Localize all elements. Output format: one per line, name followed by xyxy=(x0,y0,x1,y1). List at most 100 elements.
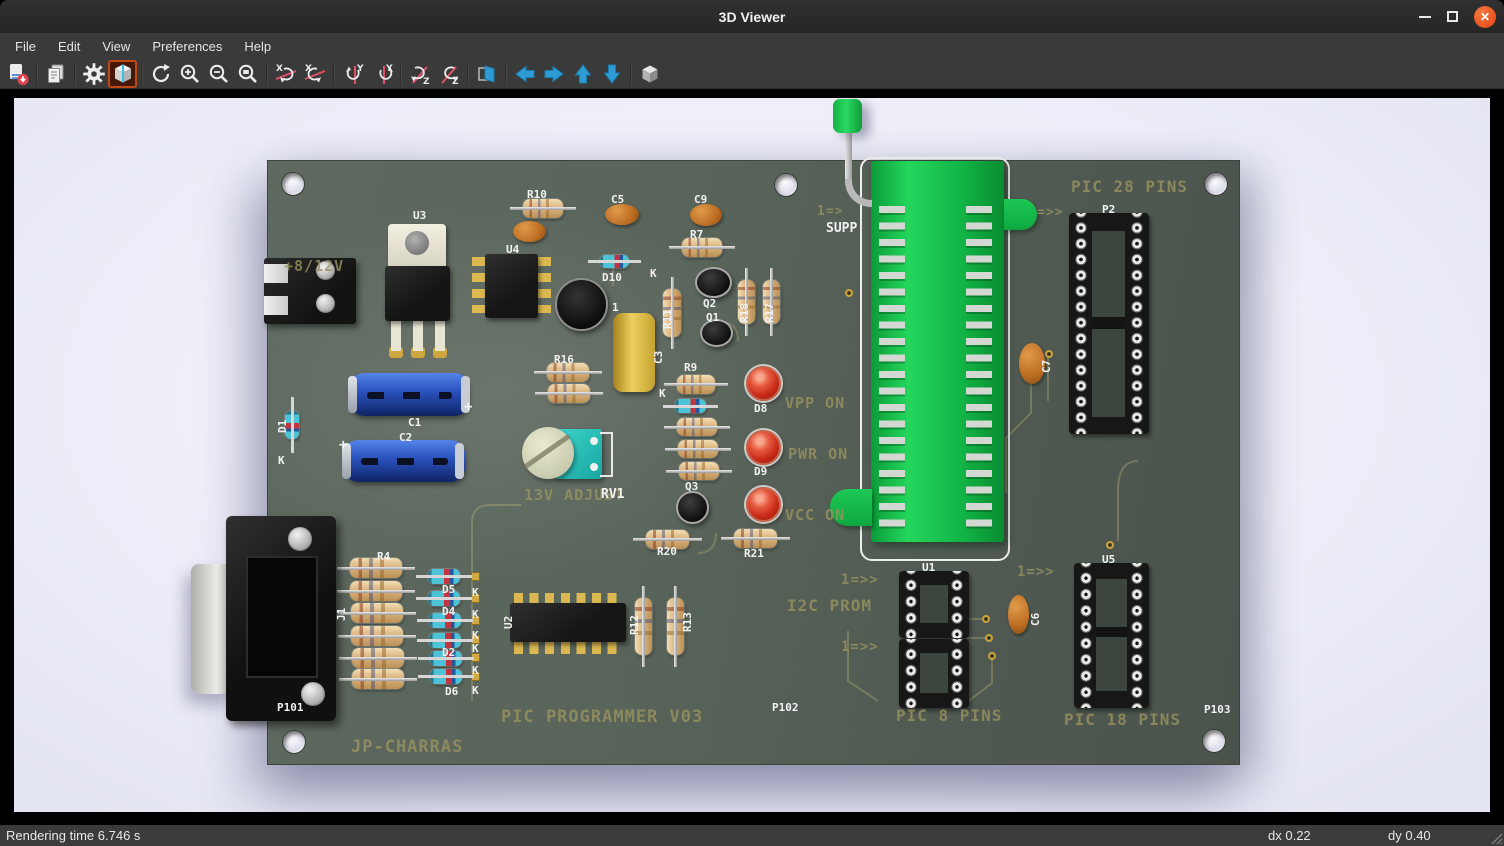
menu-item-view[interactable]: View xyxy=(91,35,141,58)
toolbar-separator xyxy=(141,63,142,85)
silkscreen-k: K xyxy=(472,684,479,697)
silkscreen--8-12v: +8/12V xyxy=(284,257,344,275)
silkscreen-u3: U3 xyxy=(413,209,426,222)
silkscreen-k: K xyxy=(659,387,666,400)
silkscreen-1-: 1=>> xyxy=(1017,564,1055,580)
zoom-out-button[interactable] xyxy=(204,60,233,88)
db9-screw xyxy=(301,682,325,706)
refresh-button[interactable] xyxy=(146,60,175,88)
silkscreen--: =>> xyxy=(1037,205,1063,220)
ortho-view-button[interactable] xyxy=(635,60,664,88)
title-bar[interactable]: 3D Viewer ✕ xyxy=(0,0,1504,33)
silkscreen-u2: U2 xyxy=(502,616,515,629)
zoom-in-icon xyxy=(178,62,202,86)
capacitor-c9 xyxy=(690,204,722,226)
silkscreen-k: K xyxy=(472,629,479,642)
silkscreen-r21: R21 xyxy=(744,547,764,560)
silkscreen-q1: Q1 xyxy=(706,311,719,324)
3d-scene[interactable]: +8/12VPIC 28 PINS1=>=>>VPP ONPWR ONVCC O… xyxy=(14,98,1490,812)
silkscreen-vpp-on: VPP ON xyxy=(785,394,845,412)
menu-item-file[interactable]: File xyxy=(4,35,47,58)
move-right-button[interactable] xyxy=(539,60,568,88)
menu-item-preferences[interactable]: Preferences xyxy=(141,35,233,58)
resistor-r9 xyxy=(677,375,715,394)
move-down-icon xyxy=(600,62,624,86)
menu-item-edit[interactable]: Edit xyxy=(47,35,91,58)
silkscreen-1: 1 xyxy=(612,301,619,314)
resistor xyxy=(677,418,717,436)
render-current-view-button[interactable] xyxy=(108,60,137,88)
rotate-z-cw-button[interactable]: Z xyxy=(405,60,434,88)
move-up-button[interactable] xyxy=(568,60,597,88)
silkscreen-k: K xyxy=(472,608,479,621)
resistor-r10 xyxy=(523,199,563,218)
silkscreen-r9: R9 xyxy=(684,361,697,374)
zoom-fit-icon xyxy=(236,62,260,86)
export-image-button[interactable] xyxy=(3,60,32,88)
regulator-tab-hole xyxy=(405,231,429,255)
via xyxy=(982,615,990,623)
silkscreen-d8: D8 xyxy=(754,402,767,415)
silkscreen-d5: D5 xyxy=(442,583,455,596)
silkscreen-pic-18-pins: PIC 18 PINS xyxy=(1064,710,1181,729)
settings-button[interactable] xyxy=(79,60,108,88)
silkscreen-k: K xyxy=(472,642,479,655)
diode-d10 xyxy=(600,255,629,268)
status-dx: dx 0.22 xyxy=(1268,828,1311,843)
silkscreen-pic-28-pins: PIC 28 PINS xyxy=(1071,177,1188,196)
silkscreen-c2: C2 xyxy=(399,431,412,444)
zoom-fit-button[interactable] xyxy=(233,60,262,88)
toolbar-separator xyxy=(36,63,37,85)
resistor xyxy=(678,440,718,458)
silkscreen-u4: U4 xyxy=(506,243,519,256)
mounting-hole xyxy=(774,173,798,197)
copy-image-icon xyxy=(44,62,68,86)
flip-board-button[interactable] xyxy=(472,60,501,88)
silkscreen-k: K xyxy=(278,454,285,467)
rotate-z-ccw-button[interactable]: Z xyxy=(434,60,463,88)
capacitor-orange xyxy=(513,221,546,242)
silkscreen-j1: J1 xyxy=(335,608,348,621)
silkscreen-p2: P2 xyxy=(1102,203,1115,216)
svg-text:Y: Y xyxy=(356,64,364,74)
zif-lever-handle[interactable] xyxy=(833,99,862,133)
maximize-button[interactable] xyxy=(1447,11,1458,22)
trimmer-pin xyxy=(590,437,598,445)
silkscreen-r18: R18 xyxy=(738,303,751,323)
silkscreen-c5: C5 xyxy=(611,193,624,206)
resize-grip[interactable] xyxy=(1489,831,1503,845)
ic-pins xyxy=(472,257,486,313)
via xyxy=(845,289,853,297)
3d-viewport[interactable]: +8/12VPIC 28 PINS1=>=>>VPP ONPWR ONVCC O… xyxy=(0,89,1504,825)
rendering-time-text: Rendering time 6.746 s xyxy=(6,828,140,843)
via xyxy=(988,652,996,660)
move-up-icon xyxy=(571,62,595,86)
rotate-x-ccw-button[interactable]: X xyxy=(300,60,329,88)
pcb-board: +8/12VPIC 28 PINS1=>=>>VPP ONPWR ONVCC O… xyxy=(267,160,1240,765)
rotate-y-cw-button[interactable]: Y xyxy=(338,60,367,88)
toolbar: X X Y Y Z xyxy=(0,59,1504,89)
ic-pins xyxy=(537,257,551,313)
capacitor-c1 xyxy=(350,373,469,416)
minimize-button[interactable] xyxy=(1419,16,1431,18)
close-button[interactable]: ✕ xyxy=(1474,6,1496,28)
ic-dip14-u2 xyxy=(510,603,626,642)
socket-bar xyxy=(1096,627,1127,637)
move-left-button[interactable] xyxy=(510,60,539,88)
capacitor-black xyxy=(555,278,608,331)
socket-bar xyxy=(1092,317,1125,329)
resistor xyxy=(351,626,403,646)
db9-face xyxy=(246,556,318,678)
rotate-y-ccw-button[interactable]: Y xyxy=(367,60,396,88)
move-down-button[interactable] xyxy=(597,60,626,88)
ic-pins xyxy=(514,642,622,654)
menu-item-help[interactable]: Help xyxy=(233,35,282,58)
db9-screw xyxy=(288,527,312,551)
silkscreen-d2: D2 xyxy=(442,646,455,659)
zoom-in-button[interactable] xyxy=(175,60,204,88)
via xyxy=(1045,350,1053,358)
rotate-x-cw-button[interactable]: X xyxy=(271,60,300,88)
resistor xyxy=(679,462,719,480)
mounting-hole xyxy=(281,172,305,196)
copy-image-button[interactable] xyxy=(41,60,70,88)
